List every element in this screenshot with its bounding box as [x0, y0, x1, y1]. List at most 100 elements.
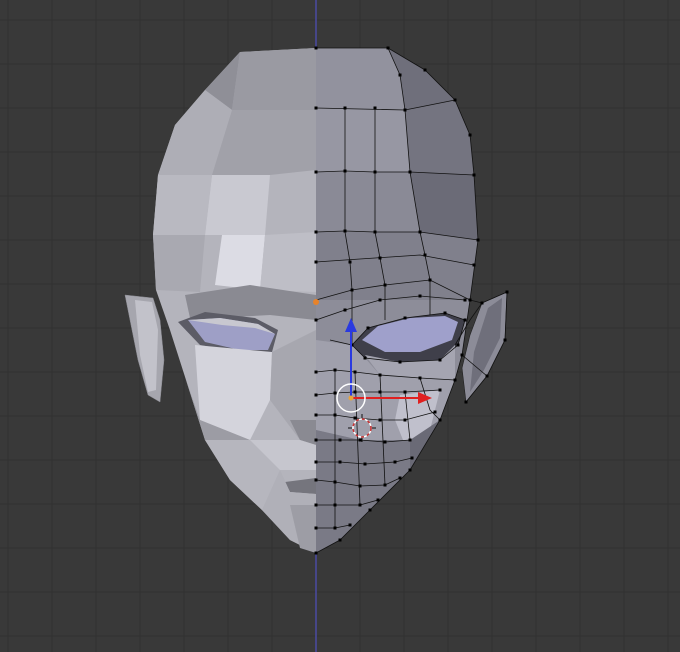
mesh-vertex[interactable]	[358, 484, 362, 488]
mesh-vertex[interactable]	[423, 253, 427, 257]
mesh-vertex[interactable]	[358, 438, 362, 442]
mesh-vertex[interactable]	[453, 98, 457, 102]
lower-face-right	[316, 430, 410, 553]
mesh-vertex[interactable]	[403, 418, 407, 422]
mesh-vertex[interactable]	[343, 106, 347, 110]
mesh-vertex[interactable]	[353, 416, 357, 420]
side-right-face	[410, 172, 478, 240]
mesh-vertex[interactable]	[314, 370, 318, 374]
mesh-vertex[interactable]	[333, 526, 337, 530]
mesh-vertex[interactable]	[366, 326, 370, 330]
mesh-vertex[interactable]	[373, 230, 377, 234]
mesh-vertex[interactable]	[314, 393, 318, 397]
mesh-vertex[interactable]	[314, 413, 318, 417]
mesh-vertex[interactable]	[418, 376, 422, 380]
mesh-vertex[interactable]	[383, 440, 387, 444]
mesh-vertex[interactable]	[383, 283, 387, 287]
3d-viewport[interactable]	[0, 0, 680, 652]
mesh-vertex[interactable]	[433, 410, 437, 414]
mesh-vertex[interactable]	[350, 288, 354, 292]
mesh-vertex[interactable]	[348, 260, 352, 264]
mesh-vertex[interactable]	[485, 374, 489, 378]
mesh-vertex[interactable]	[378, 256, 382, 260]
mesh-vertex[interactable]	[418, 230, 422, 234]
mesh-vertex[interactable]	[443, 311, 447, 315]
mesh-vertex[interactable]	[333, 413, 337, 417]
mesh-vertex[interactable]	[338, 538, 342, 542]
mesh-vertex[interactable]	[480, 301, 484, 305]
mesh-vertex[interactable]	[460, 353, 464, 357]
mesh-vertex[interactable]	[438, 418, 442, 422]
mesh-vertex[interactable]	[333, 480, 337, 484]
mesh-vertex[interactable]	[505, 290, 509, 294]
mesh-vertex[interactable]	[343, 308, 347, 312]
mesh-vertex[interactable]	[358, 503, 362, 507]
mesh-vertex[interactable]	[463, 318, 467, 322]
mesh-vertex[interactable]	[343, 229, 347, 233]
mesh-vertex[interactable]	[373, 170, 377, 174]
mesh-vertex[interactable]	[410, 456, 414, 460]
mesh-vertex[interactable]	[314, 106, 318, 110]
mesh-vertex[interactable]	[468, 298, 472, 302]
mesh-vertex[interactable]	[472, 263, 476, 267]
selected-vertex[interactable]	[313, 299, 319, 305]
mesh-vertex[interactable]	[368, 508, 372, 512]
mesh-vertex[interactable]	[343, 169, 347, 173]
mesh-vertex[interactable]	[333, 391, 337, 395]
mesh-vertex[interactable]	[453, 378, 457, 382]
mesh-vertex[interactable]	[423, 68, 427, 72]
mesh-vertex[interactable]	[333, 368, 337, 372]
mesh-vertex[interactable]	[314, 46, 318, 50]
mesh-vertex[interactable]	[408, 438, 412, 442]
mesh-vertex[interactable]	[314, 260, 318, 264]
mesh-vertex[interactable]	[314, 318, 318, 322]
mesh-vertex[interactable]	[353, 390, 357, 394]
mesh-vertex[interactable]	[378, 373, 382, 377]
mesh-vertex[interactable]	[314, 460, 318, 464]
mesh-vertex[interactable]	[338, 438, 342, 442]
mesh-vertex[interactable]	[476, 238, 480, 242]
mesh-vertex[interactable]	[363, 462, 367, 466]
mesh-vertex[interactable]	[353, 370, 357, 374]
mesh-vertex[interactable]	[468, 133, 472, 137]
mesh-vertex[interactable]	[378, 390, 382, 394]
mesh-vertex[interactable]	[393, 460, 397, 464]
cheek-upper-left-face	[205, 175, 270, 235]
mesh-vertex[interactable]	[438, 358, 442, 362]
mesh-vertex[interactable]	[463, 298, 467, 302]
mesh-vertex[interactable]	[503, 338, 507, 342]
mesh-vertex[interactable]	[378, 418, 382, 422]
mesh-vertex[interactable]	[314, 503, 318, 507]
mesh-vertex[interactable]	[398, 476, 402, 480]
mesh-vertex[interactable]	[456, 343, 460, 347]
mesh-vertex[interactable]	[438, 388, 442, 392]
mesh-vertex[interactable]	[403, 390, 407, 394]
mesh-vertex[interactable]	[464, 400, 468, 404]
cheek-highlight-left	[215, 235, 265, 290]
mesh-vertex[interactable]	[398, 360, 402, 364]
mesh-vertex[interactable]	[408, 170, 412, 174]
mesh-vertex[interactable]	[428, 278, 432, 282]
mesh-vertex[interactable]	[314, 551, 318, 555]
mesh-vertex[interactable]	[386, 46, 390, 50]
mesh-vertex[interactable]	[363, 356, 367, 360]
mesh-vertex[interactable]	[408, 468, 412, 472]
mesh-vertex[interactable]	[314, 478, 318, 482]
mesh-vertex[interactable]	[348, 523, 352, 527]
mesh-vertex[interactable]	[398, 73, 402, 77]
side-left-face	[153, 175, 212, 235]
mesh-vertex[interactable]	[403, 108, 407, 112]
mesh-vertex[interactable]	[472, 173, 476, 177]
mesh-vertex[interactable]	[314, 438, 318, 442]
mesh-vertex[interactable]	[314, 170, 318, 174]
mesh-vertex[interactable]	[383, 483, 387, 487]
mesh-vertex[interactable]	[376, 498, 380, 502]
mesh-vertex[interactable]	[378, 298, 382, 302]
mesh-vertex[interactable]	[333, 503, 337, 507]
mesh-vertex[interactable]	[314, 230, 318, 234]
mesh-vertex[interactable]	[314, 526, 318, 530]
mesh-vertex[interactable]	[373, 106, 377, 110]
mesh-vertex[interactable]	[338, 460, 342, 464]
mesh-vertex[interactable]	[403, 316, 407, 320]
mesh-vertex[interactable]	[418, 294, 422, 298]
